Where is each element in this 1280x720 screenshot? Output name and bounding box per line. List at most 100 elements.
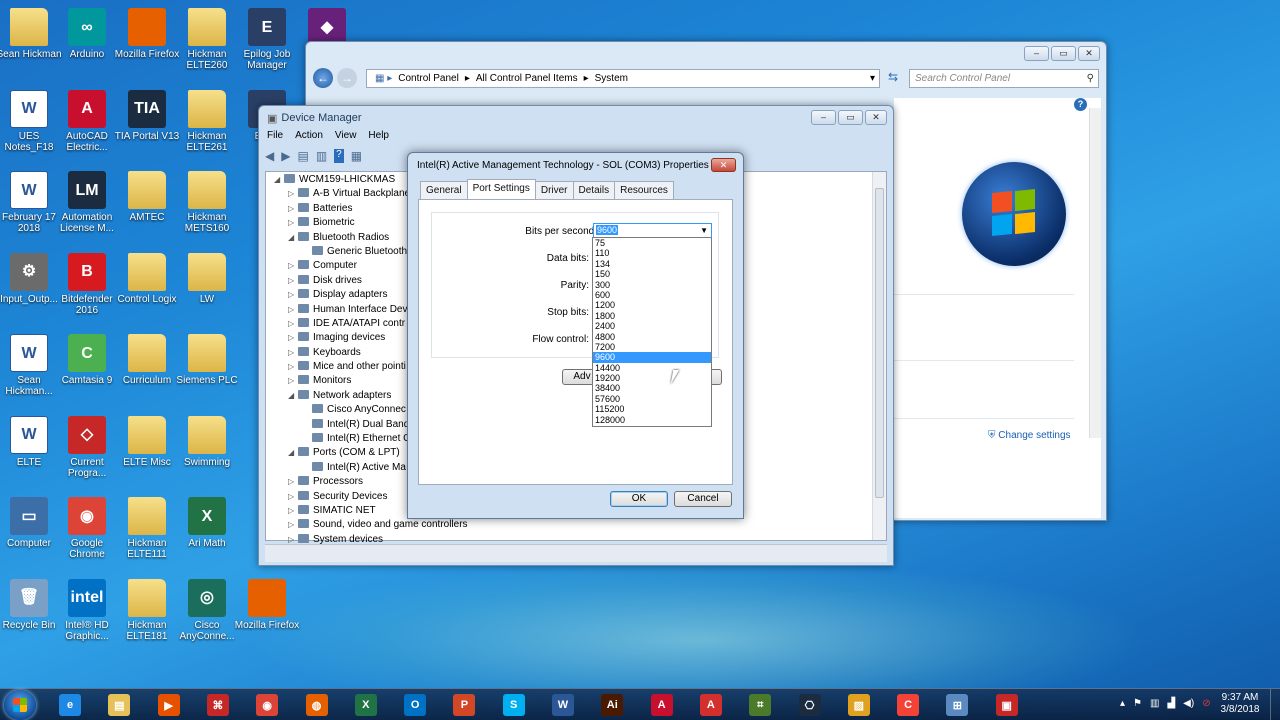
taskbar-app-camtasia[interactable]: C [886, 691, 930, 719]
taskbar-app-illustrator[interactable]: Ai [590, 691, 634, 719]
clock[interactable]: 9:37 AM 3/8/2018 [1214, 692, 1266, 716]
show-hidden-icons-icon[interactable]: ▴ [1120, 698, 1125, 709]
expand-icon[interactable]: ▷ [288, 331, 298, 345]
expand-icon[interactable]: ▷ [288, 490, 298, 504]
baud-rate-option[interactable]: 9600 [593, 352, 711, 363]
close-button[interactable]: ✕ [865, 110, 887, 125]
desktop-icon[interactable]: intel Intel® HD Graphic... [54, 575, 120, 653]
expand-icon[interactable]: ▷ [288, 360, 298, 374]
dropdown-arrow-icon[interactable]: ▾ [870, 70, 875, 87]
view-icon[interactable]: ▦ [351, 149, 362, 163]
breadcrumb-item[interactable]: All Control Panel Items [476, 70, 578, 87]
desktop-icon[interactable]: Curriculum [114, 330, 180, 408]
properties-icon[interactable]: ▤ [297, 149, 308, 163]
desktop-icon[interactable]: Mozilla Firefox [234, 575, 300, 653]
desktop-icon[interactable]: LM Automation License M... [54, 167, 120, 245]
show-desktop-button[interactable] [1270, 689, 1280, 720]
taskbar-app-powerpoint[interactable]: P [442, 691, 486, 719]
desktop-icon[interactable]: Hickman ELTE111 [114, 493, 180, 571]
desktop-icon[interactable]: ELTE Misc [114, 412, 180, 490]
desktop-icon[interactable]: A AutoCAD Electric... [54, 86, 120, 164]
baud-rate-dropdown-list[interactable]: 75 110 134 150 300 600 1200 1800 2400 4800 7200 960… [592, 237, 712, 427]
expand-icon[interactable]: ▷ [288, 202, 298, 216]
taskbar-app-explorer[interactable]: ▤ [97, 691, 141, 719]
taskbar-app-media[interactable]: ▶ [147, 691, 191, 719]
expand-icon[interactable]: ▷ [288, 504, 298, 518]
desktop-icon[interactable]: ◇ Current Progra... [54, 412, 120, 490]
help-icon[interactable]: ? [334, 149, 344, 163]
tab-resources[interactable]: Resources [614, 181, 674, 199]
expand-icon[interactable]: ◢ [288, 446, 298, 460]
desktop-icon[interactable]: ⚙ Input_Outp... [0, 249, 62, 327]
start-button[interactable] [4, 690, 36, 720]
desktop-icon[interactable]: Mozilla Firefox [114, 4, 180, 82]
desktop-icon[interactable]: Hickman ELTE260 [174, 4, 240, 82]
tab-driver[interactable]: Driver [534, 181, 574, 199]
dialog-titlebar[interactable]: Intel(R) Active Management Technology - … [408, 153, 743, 177]
desktop-icon[interactable]: E Epilog Job Manager [234, 4, 300, 82]
taskbar-app-toolbox[interactable]: ▣ [985, 691, 1029, 719]
cancel-button[interactable]: Cancel [674, 491, 732, 507]
back-button[interactable]: ← [313, 68, 333, 88]
breadcrumb-item[interactable]: Control Panel [398, 70, 459, 87]
close-button[interactable]: ✕ [711, 158, 736, 172]
network-icon[interactable]: ▥ [1150, 698, 1159, 709]
dropdown-arrow-icon[interactable]: ▼ [700, 224, 708, 237]
baud-rate-option[interactable]: 14400 [593, 363, 711, 373]
expand-icon[interactable]: ▷ [288, 274, 298, 288]
taskbar-app-chrome[interactable]: ◉ [245, 691, 289, 719]
taskbar-app-word[interactable]: W [541, 691, 585, 719]
maximize-button[interactable]: ▭ [838, 110, 863, 125]
taskbar-app-draw[interactable]: ▨ [837, 691, 881, 719]
collapse-icon[interactable]: ◢ [274, 173, 284, 187]
baud-rate-option[interactable]: 2400 [593, 321, 711, 331]
list-icon[interactable]: ▥ [316, 149, 327, 163]
flag-icon[interactable]: ⚑ [1133, 698, 1142, 709]
security-icon[interactable]: ⊘ [1202, 698, 1210, 709]
expand-icon[interactable]: ▷ [288, 216, 298, 230]
expand-icon[interactable]: ▷ [288, 259, 298, 273]
search-input[interactable]: Search Control Panel ⚲ [909, 69, 1099, 88]
baud-rate-option[interactable]: 1200 [593, 300, 711, 310]
address-bar[interactable]: ▦ ▸ Control Panel ▸ All Control Panel Ite… [366, 69, 880, 88]
device-manager-titlebar[interactable]: ▣ Device Manager [259, 106, 893, 130]
menu-action[interactable]: Action [295, 130, 323, 141]
baud-rate-option[interactable]: 38400 [593, 383, 711, 393]
refresh-icon[interactable]: ⇆ [884, 70, 902, 88]
baud-rate-option[interactable]: 110 [593, 248, 711, 258]
desktop-icon[interactable]: W February 17 2018 [0, 167, 62, 245]
scrollbar[interactable] [1089, 108, 1101, 438]
menu-view[interactable]: View [335, 130, 357, 141]
baud-rate-option[interactable]: 1800 [593, 311, 711, 321]
expand-icon[interactable]: ▷ [288, 518, 298, 532]
desktop-icon[interactable]: AMTEC [114, 167, 180, 245]
desktop-icon[interactable]: Siemens PLC [174, 330, 240, 408]
desktop-icon[interactable]: Swimming [174, 412, 240, 490]
desktop-icon[interactable]: Hickman ELTE181 [114, 575, 180, 653]
back-arrow-icon[interactable]: ◀ [265, 149, 274, 163]
help-icon[interactable]: ? [1074, 98, 1087, 111]
baud-rate-option[interactable]: 600 [593, 290, 711, 300]
taskbar-app-excel[interactable]: X [344, 691, 388, 719]
minimize-button[interactable]: ‒ [1024, 46, 1049, 61]
ok-button[interactable]: OK [610, 491, 668, 507]
desktop-icon[interactable]: LW [174, 249, 240, 327]
maximize-button[interactable]: ▭ [1051, 46, 1076, 61]
taskbar-app-acrobat[interactable]: ⌘ [196, 691, 240, 719]
desktop-icon[interactable]: Sean Hickman [0, 4, 62, 82]
desktop-icon[interactable]: C Camtasia 9 [54, 330, 120, 408]
change-settings-link[interactable]: ⛨ Change settings [988, 430, 1071, 441]
taskbar-app-skype[interactable]: S [492, 691, 536, 719]
expand-icon[interactable]: ▷ [288, 346, 298, 360]
signal-icon[interactable]: ▟ [1167, 698, 1175, 709]
tree-item[interactable]: ▷ Sound, video and game controllers [274, 518, 886, 532]
desktop-icon[interactable]: B Bitdefender 2016 [54, 249, 120, 327]
breadcrumb-item[interactable]: System [595, 70, 628, 87]
desktop-icon[interactable]: X Ari Math [174, 493, 240, 571]
taskbar-app-network[interactable]: ⎔ [788, 691, 832, 719]
baud-rate-option[interactable]: 115200 [593, 404, 711, 414]
tab-details[interactable]: Details [572, 181, 616, 199]
baud-rate-option[interactable]: 4800 [593, 332, 711, 342]
taskbar-app-firefox[interactable]: ◍ [295, 691, 339, 719]
baud-rate-option[interactable]: 19200 [593, 373, 711, 383]
